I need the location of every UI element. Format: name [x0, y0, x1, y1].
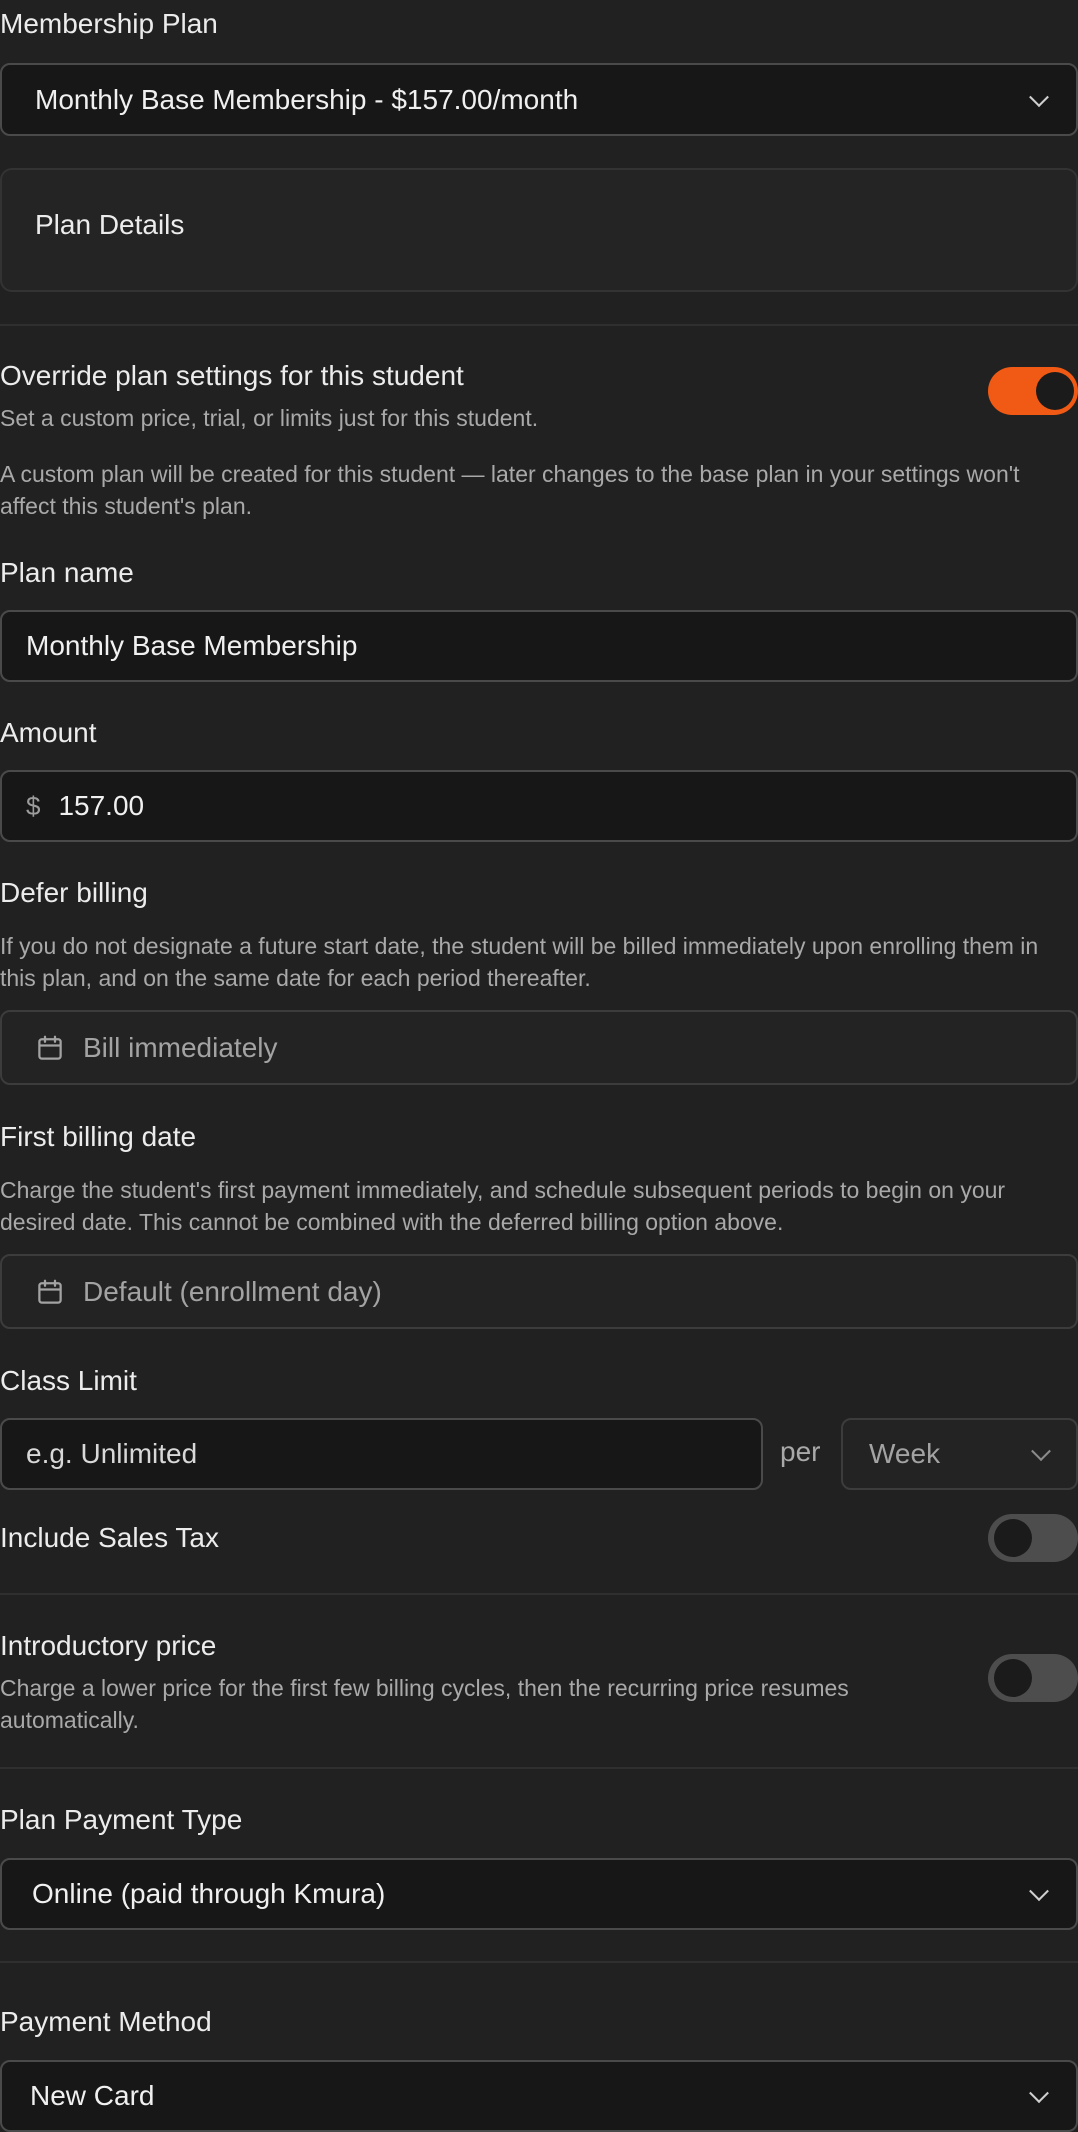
class-limit-period-value: Week [869, 1438, 941, 1469]
payment-type-label: Plan Payment Type [0, 1804, 243, 1835]
membership-plan-value: Monthly Base Membership - $157.00/month [35, 83, 579, 115]
defer-billing-date-picker[interactable]: Bill immediately [0, 1010, 1078, 1085]
membership-plan-select[interactable]: Monthly Base Membership - $157.00/month [0, 63, 1078, 136]
class-limit-label: Class Limit [0, 1365, 137, 1396]
chevron-down-icon [1029, 86, 1049, 107]
membership-plan-label: Membership Plan [0, 8, 218, 39]
amount-value: 157.00 [58, 790, 145, 821]
class-limit-input[interactable]: e.g. Unlimited [0, 1418, 763, 1490]
toggle-knob [994, 1519, 1032, 1557]
divider [0, 1767, 1078, 1769]
override-toggle[interactable] [988, 367, 1078, 415]
override-subtitle: Set a custom price, trial, or limits jus… [0, 405, 539, 431]
page: Membership Plan Monthly Base Membership … [0, 0, 1078, 2132]
chevron-down-icon [1029, 2083, 1049, 2104]
first-billing-label: First billing date [0, 1121, 197, 1152]
plan-name-input[interactable]: Monthly Base Membership [0, 610, 1078, 682]
calendar-icon [38, 1279, 62, 1304]
payment-method-select[interactable]: New Card [0, 2060, 1078, 2132]
divider [0, 1593, 1078, 1595]
defer-billing-placeholder: Bill immediately [83, 1031, 278, 1063]
per-label: per [780, 1436, 821, 1467]
chevron-down-icon [1031, 1441, 1051, 1462]
divider [0, 324, 1078, 326]
chevron-down-icon [1029, 1881, 1049, 1902]
class-limit-placeholder: e.g. Unlimited [26, 1438, 198, 1469]
defer-billing-label: Defer billing [0, 877, 148, 908]
intro-price-label: Introductory price [0, 1630, 217, 1661]
defer-billing-description: If you do not designate a future start d… [0, 933, 1039, 991]
amount-label: Amount [0, 717, 97, 748]
currency-symbol: $ [26, 790, 41, 821]
payment-type-select[interactable]: Online (paid through Kmura) [0, 1858, 1078, 1930]
override-title: Override plan settings for this student [0, 360, 464, 391]
plan-name-value: Monthly Base Membership [26, 630, 358, 661]
toggle-knob [994, 1659, 1032, 1697]
first-billing-description: Charge the student's first payment immed… [0, 1177, 1006, 1235]
payment-method-value: New Card [30, 2080, 155, 2111]
calendar-icon [38, 1035, 62, 1060]
class-limit-period-select[interactable]: Week [841, 1418, 1078, 1490]
plan-name-label: Plan name [0, 557, 134, 588]
plan-details-card[interactable]: Plan Details [0, 168, 1078, 292]
payment-type-value: Online (paid through Kmura) [32, 1878, 386, 1909]
intro-price-toggle[interactable] [988, 1654, 1078, 1702]
plan-details-title: Plan Details [35, 209, 185, 240]
intro-price-description: Charge a lower price for the first few b… [0, 1675, 849, 1733]
payment-method-label: Payment Method [0, 2006, 212, 2037]
toggle-knob [1036, 372, 1074, 410]
override-notice: A custom plan will be created for this s… [0, 461, 1020, 519]
first-billing-placeholder: Default (enrollment day) [83, 1275, 382, 1307]
sales-tax-label: Include Sales Tax [0, 1522, 219, 1553]
divider [0, 1961, 1078, 1963]
amount-input[interactable]: $ 157.00 [0, 770, 1078, 842]
first-billing-date-picker[interactable]: Default (enrollment day) [0, 1254, 1078, 1329]
sales-tax-toggle[interactable] [988, 1514, 1078, 1562]
